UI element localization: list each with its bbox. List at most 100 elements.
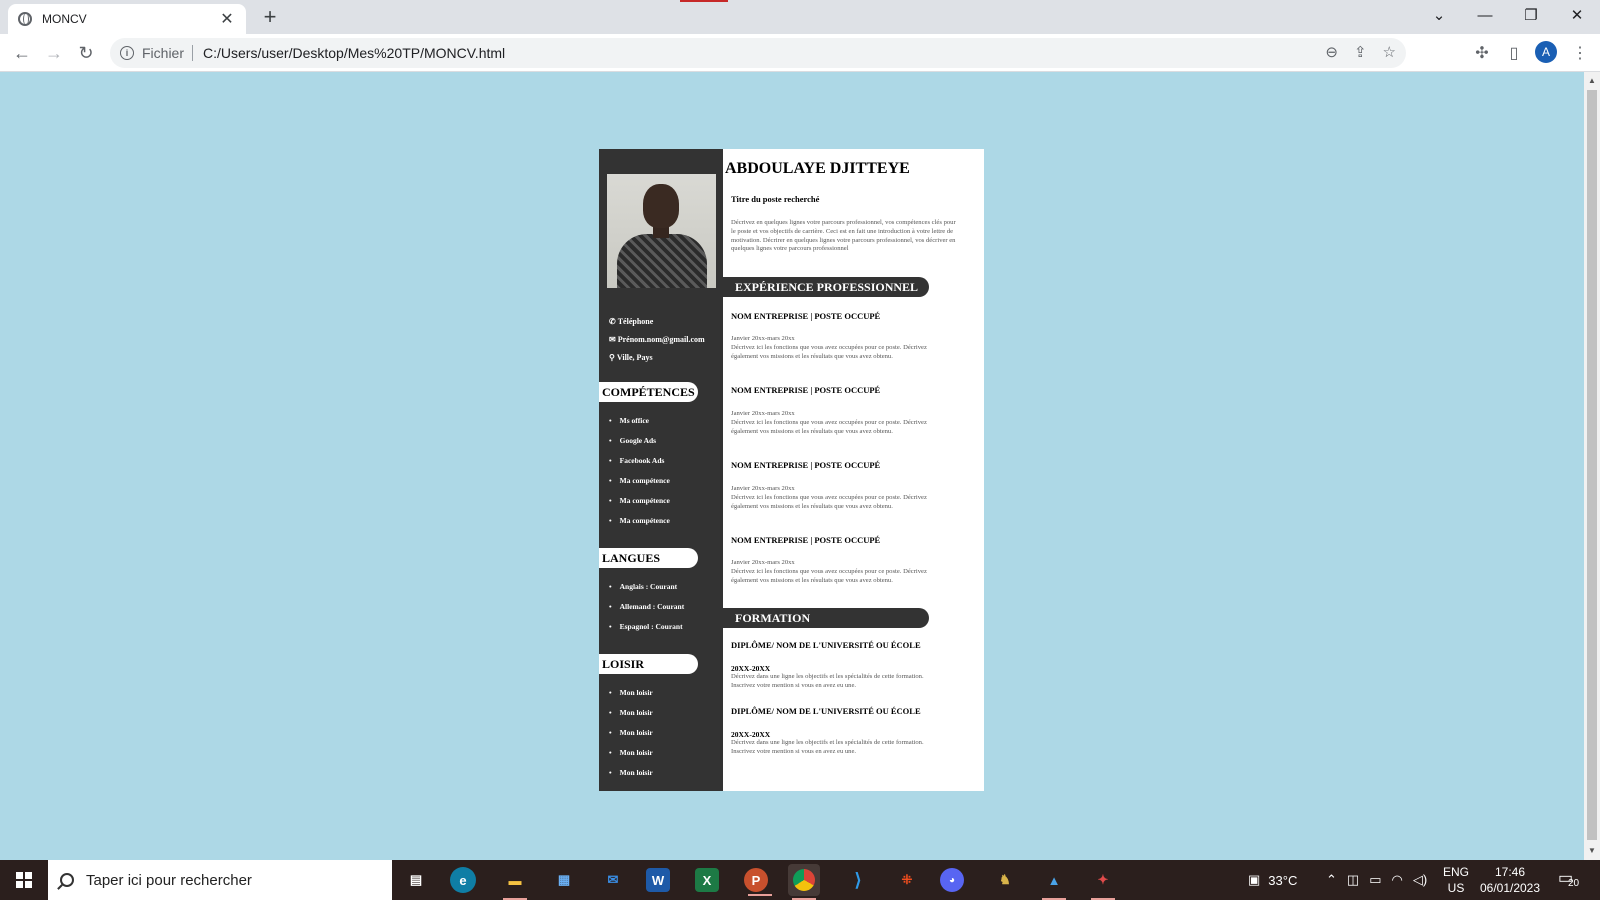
search-icon (60, 873, 74, 887)
chrome-icon[interactable] (788, 864, 820, 900)
minimize-button[interactable]: — (1462, 0, 1508, 30)
notification-center[interactable]: ▭ 20 (1558, 868, 1582, 892)
close-window-button[interactable]: ✕ (1554, 0, 1600, 30)
scroll-up-icon[interactable]: ▲ (1584, 74, 1600, 88)
photo-shirt (617, 234, 707, 288)
list-item: Allemand : Courant (609, 601, 685, 621)
profile-photo (607, 174, 716, 288)
contact-location: ⚲ Ville, Pays (609, 353, 653, 362)
list-item: Mon loisir (609, 727, 653, 747)
list-item: Google Ads (609, 435, 670, 455)
contact-phone: ✆ Téléphone (609, 317, 653, 326)
experience-description: Décrivez ici les fonctions que vous avez… (731, 419, 927, 435)
side-panel-icon[interactable]: ▯ (1500, 40, 1528, 66)
tab-title: MONCV (42, 12, 87, 26)
extensions-icon[interactable]: ✣ (1468, 40, 1496, 66)
page-scrollbar[interactable]: ▲ ▼ (1584, 72, 1600, 860)
forward-icon[interactable]: → (40, 40, 68, 66)
list-item: Mon loisir (609, 687, 653, 707)
experience-description: Décrivez ici les fonctions que vous avez… (731, 344, 927, 360)
start-button[interactable] (0, 860, 48, 900)
profile-avatar[interactable]: A (1535, 41, 1557, 63)
bookmark-star-icon[interactable]: ☆ (1383, 43, 1396, 61)
menu-icon[interactable]: ⋮ (1566, 40, 1594, 66)
new-tab-button[interactable]: + (258, 4, 282, 30)
education-title: DIPLÔME/ NOM DE L'UNIVERSITÉ OU ÉCOLE (731, 706, 921, 716)
scroll-thumb[interactable] (1587, 90, 1597, 840)
cv-document: ✆ Téléphone ✉ Prénom.nom@gmail.com ⚲ Ville,… (599, 149, 984, 791)
education-description: Décrivez dans une ligne les objectifs et… (731, 673, 924, 689)
figma-icon[interactable]: ⁜ (891, 864, 923, 896)
envelope-icon: ✉ (609, 335, 616, 344)
task-view-icon[interactable]: ▤ (400, 864, 432, 896)
edge-icon[interactable]: e (450, 867, 476, 893)
red-app-icon[interactable]: ✦ (1087, 864, 1119, 900)
list-item: Ma compétence (609, 475, 670, 495)
word-icon[interactable]: W (646, 868, 670, 892)
list-item: Ma compétence (609, 515, 670, 535)
education-heading: FORMATION (723, 608, 929, 628)
photos-icon[interactable]: ▲ (1038, 864, 1070, 900)
experience-title: NOM ENTREPRISE | POSTE OCCUPÉ (731, 311, 881, 321)
languages-list: Anglais : Courant Allemand : Courant Esp… (609, 581, 685, 641)
mail-icon[interactable]: ✉ (597, 864, 629, 896)
list-item: Ma compétence (609, 495, 670, 515)
battery-icon[interactable]: ▭ (1369, 872, 1381, 888)
restore-button[interactable]: ❐ (1508, 0, 1554, 30)
lang-line-1: ENG (1442, 865, 1469, 879)
list-item: Ms office (609, 415, 670, 435)
weather-icon: ▣ (1248, 872, 1261, 887)
cv-sidebar: ✆ Téléphone ✉ Prénom.nom@gmail.com ⚲ Ville,… (599, 149, 723, 791)
cv-main: ABDOULAYE DJITTEYE Titre du poste recher… (723, 149, 984, 791)
system-tray: ⌃ ◫ ▭ ◠ ◁) (1326, 860, 1427, 900)
scroll-down-icon[interactable]: ▼ (1584, 844, 1600, 858)
vscode-icon[interactable]: ⟩ (842, 864, 874, 896)
file-explorer-icon[interactable]: ▬ (499, 864, 531, 900)
share-icon[interactable]: ⇪ (1354, 43, 1367, 61)
hobbies-heading: LOISIR (599, 654, 698, 674)
weather-widget[interactable]: ▣ 33°C (1248, 860, 1297, 900)
clock[interactable]: 17:46 06/01/2023 (1478, 864, 1542, 896)
zoom-icon[interactable]: ⊖ (1325, 43, 1338, 61)
experience-dates: Janvier 20xx-mars 20xx (731, 559, 795, 566)
experience-title: NOM ENTREPRISE | POSTE OCCUPÉ (731, 535, 881, 545)
tab-moncv[interactable]: MONCV ✕ (8, 4, 246, 34)
tab-search-icon[interactable]: ⌄ (1416, 0, 1462, 30)
address-url[interactable]: C:/Users/user/Desktop/Mes%20TP/MONCV.htm… (203, 45, 505, 61)
discord-icon[interactable]: ◕ (940, 868, 964, 892)
job-title: Titre du poste recherché (731, 194, 820, 204)
location-text: Ville, Pays (616, 353, 653, 362)
chevron-up-icon[interactable]: ⌃ (1326, 872, 1337, 888)
store-icon[interactable]: ▦ (548, 864, 580, 896)
windows-taskbar: Taper ici pour rechercher ▤ e ▬ ▦ ✉ W X … (0, 860, 1600, 900)
map-pin-icon: ⚲ (609, 353, 615, 362)
contact-email: ✉ Prénom.nom@gmail.com (609, 335, 705, 344)
cv-name: ABDOULAYE DJITTEYE (725, 160, 910, 177)
excel-icon[interactable]: X (695, 868, 719, 892)
experience-dates: Janvier 20xx-mars 20xx (731, 335, 795, 342)
list-item: Facebook Ads (609, 455, 670, 475)
game-app-icon[interactable]: ♞ (989, 864, 1021, 896)
language-indicator[interactable]: ENG US (1436, 864, 1476, 896)
taskbar-search-box[interactable]: Taper ici pour rechercher (48, 860, 392, 900)
time: 17:46 (1494, 865, 1526, 879)
list-item: Espagnol : Courant (609, 621, 684, 641)
address-scheme: Fichier (142, 45, 194, 61)
wifi-icon[interactable]: ◠ (1392, 872, 1403, 888)
close-tab-icon[interactable]: ✕ (218, 9, 236, 29)
education-years: 20XX-20XX (731, 730, 771, 739)
skills-list: Ms office Google Ads Facebook Ads Ma com… (609, 415, 670, 535)
back-icon[interactable]: ← (8, 40, 36, 66)
hobbies-list: Mon loisir Mon loisir Mon loisir Mon loi… (609, 687, 653, 787)
address-bar[interactable]: i Fichier C:/Users/user/Desktop/Mes%20TP… (110, 38, 1406, 68)
volume-icon[interactable]: ◁) (1413, 872, 1427, 888)
list-item: Mon loisir (609, 707, 653, 727)
browser-toolbar: ← → ↻ i Fichier C:/Users/user/Desktop/Me… (0, 34, 1600, 72)
notification-count: 20 (1568, 878, 1580, 889)
meet-icon[interactable]: ◫ (1347, 872, 1359, 888)
experience-description: Décrivez ici les fonctions que vous avez… (731, 494, 927, 510)
globe-icon (18, 12, 32, 26)
site-info-icon[interactable]: i (120, 46, 134, 60)
powerpoint-icon[interactable]: P (744, 868, 772, 896)
reload-icon[interactable]: ↻ (72, 40, 100, 66)
